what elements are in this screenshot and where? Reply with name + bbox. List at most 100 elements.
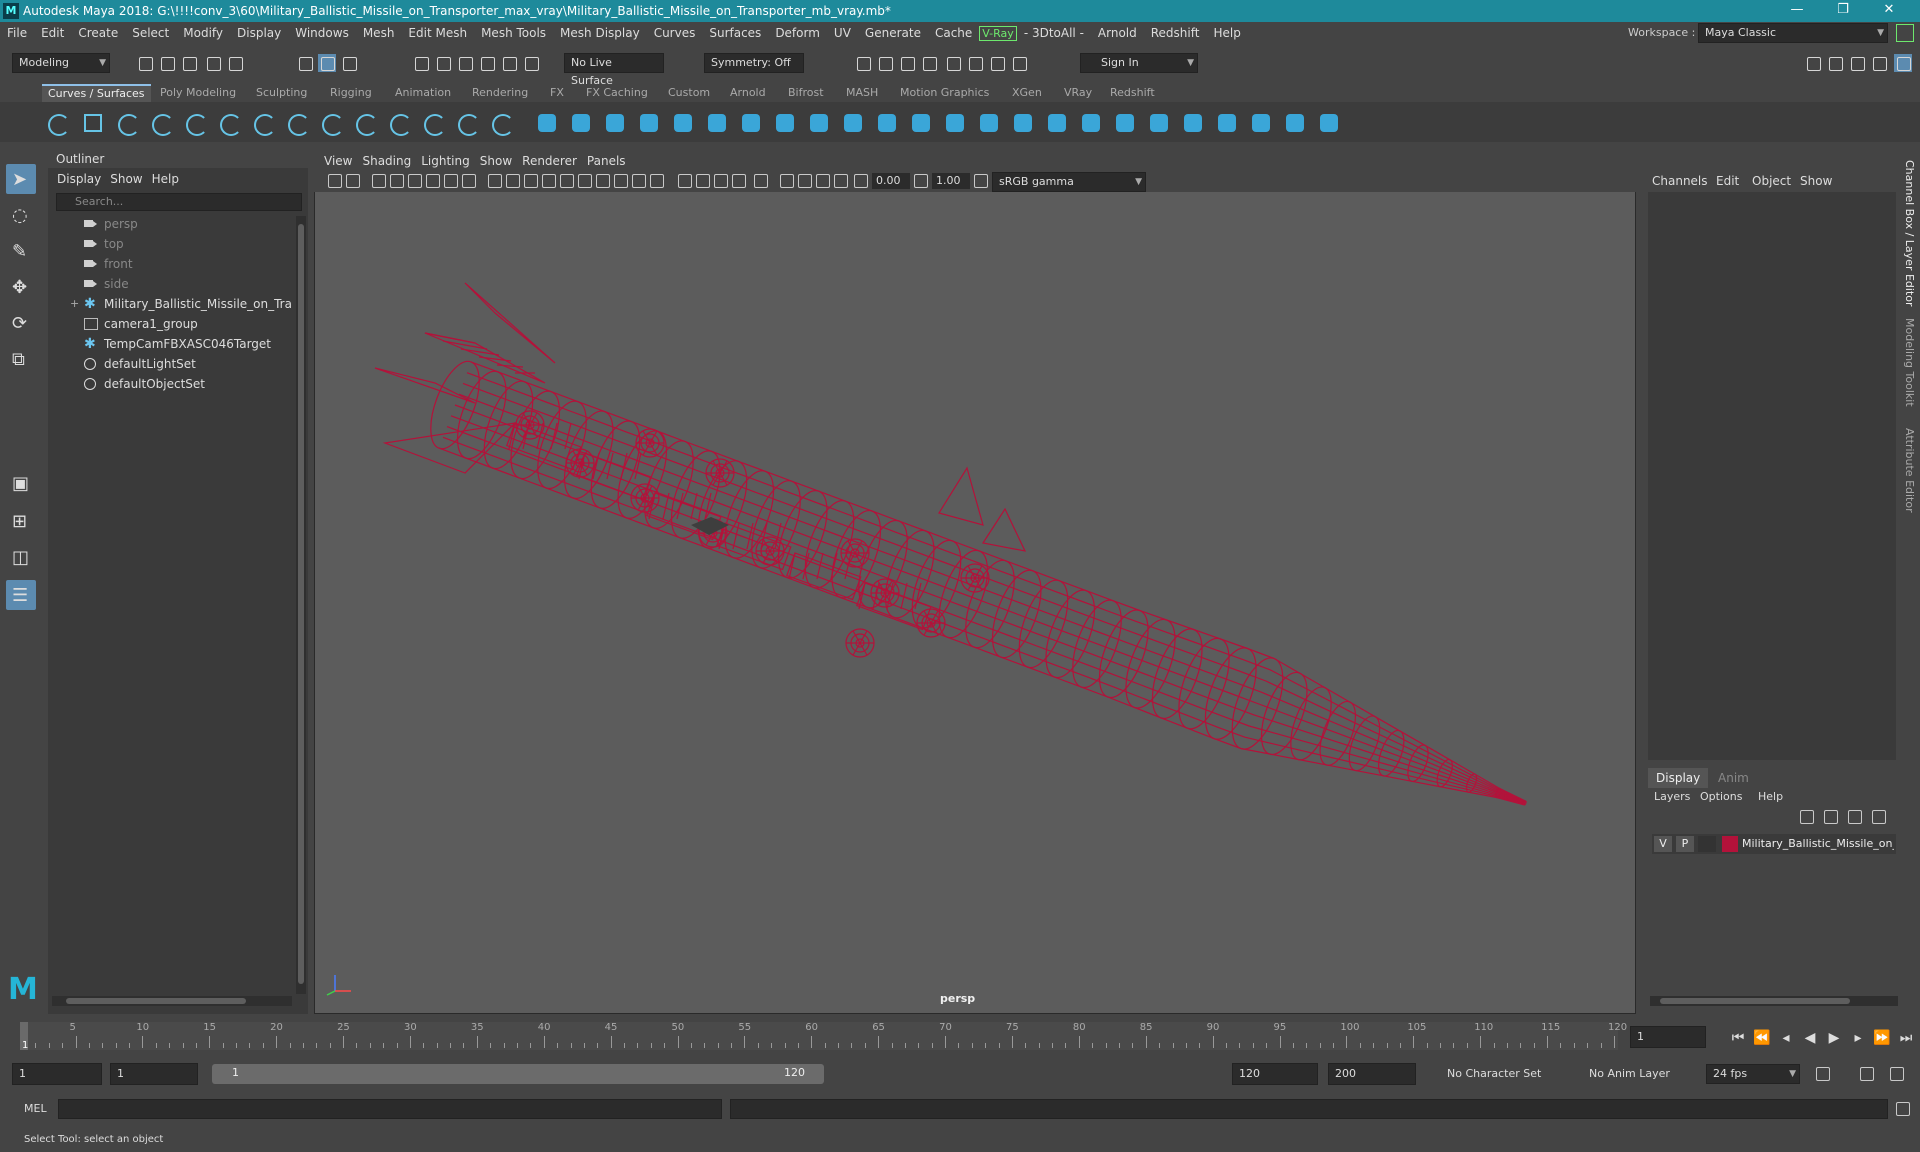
- render-view-icon[interactable]: [966, 54, 984, 72]
- scroll-thumb[interactable]: [298, 224, 304, 984]
- birail-icon[interactable]: [874, 110, 900, 136]
- resolution-gate-icon[interactable]: [488, 174, 502, 188]
- layer-row[interactable]: V P Military_Ballistic_Missile_on_Transp…: [1652, 834, 1896, 854]
- symmetry-dropdown[interactable]: Symmetry: Off: [704, 53, 804, 73]
- menu-select[interactable]: Select: [125, 26, 176, 40]
- menu-curves[interactable]: Curves: [647, 26, 703, 40]
- outliner-menu-show[interactable]: Show: [110, 172, 142, 186]
- select-component-icon[interactable]: [340, 54, 358, 72]
- rebuild-surface-icon[interactable]: [1180, 110, 1206, 136]
- new-layer-selected-icon[interactable]: [1872, 810, 1886, 824]
- intersect-icon[interactable]: [1112, 110, 1138, 136]
- film-gate-icon[interactable]: [462, 174, 476, 188]
- layers-menu-options[interactable]: Options: [1700, 790, 1742, 803]
- trim-icon[interactable]: [1044, 110, 1070, 136]
- menu-mesh-tools[interactable]: Mesh Tools: [474, 26, 553, 40]
- layer-color-swatch[interactable]: [1722, 836, 1738, 852]
- lock-icon[interactable]: [1896, 24, 1914, 42]
- shelf-tab-fx-caching[interactable]: FX Caching: [580, 84, 654, 102]
- safe-title-icon[interactable]: [560, 174, 574, 188]
- extend-curve-icon[interactable]: [386, 110, 412, 136]
- outliner-layout-button[interactable]: ☰: [6, 580, 36, 610]
- move-tool[interactable]: ✥: [6, 272, 36, 302]
- lighting-icon[interactable]: [650, 174, 664, 188]
- layer-visibility-toggle[interactable]: V: [1654, 836, 1672, 852]
- planar-icon[interactable]: [806, 110, 832, 136]
- command-input[interactable]: [58, 1099, 722, 1119]
- render-settings-icon[interactable]: [920, 54, 938, 72]
- loft-icon[interactable]: [772, 110, 798, 136]
- view-transform-dropdown[interactable]: sRGB gamma ▼: [992, 172, 1146, 192]
- viewport-panel[interactable]: [314, 152, 1636, 1014]
- untrim-icon[interactable]: [1078, 110, 1104, 136]
- play-backward-button[interactable]: ◀: [1800, 1030, 1820, 1046]
- hypershade-icon[interactable]: [944, 54, 962, 72]
- channel-menu-channels[interactable]: Channels: [1652, 174, 1708, 188]
- exposure-field[interactable]: 0.00: [872, 173, 910, 189]
- outliner-item-front[interactable]: front: [48, 254, 293, 274]
- textured-icon[interactable]: [632, 174, 646, 188]
- shelf-tab-motion-graphics[interactable]: Motion Graphics: [894, 84, 995, 102]
- bevel-plus-icon[interactable]: [908, 110, 934, 136]
- side-tab-channel-box[interactable]: Channel Box / Layer Editor: [1903, 160, 1916, 307]
- project-curve-icon[interactable]: [488, 110, 514, 136]
- layer-editor-icon[interactable]: [1894, 54, 1912, 72]
- layers-menu-layers[interactable]: Layers: [1654, 790, 1690, 803]
- undo-icon[interactable]: [204, 54, 222, 72]
- revolve-icon[interactable]: [738, 110, 764, 136]
- uv-layout-icon[interactable]: [1248, 110, 1274, 136]
- menu-generate[interactable]: Generate: [858, 26, 928, 40]
- side-tab-modeling-toolkit[interactable]: Modeling Toolkit: [1903, 318, 1916, 407]
- character-set-dropdown[interactable]: No Character Set: [1440, 1064, 1562, 1084]
- channel-menu-edit[interactable]: Edit: [1716, 174, 1739, 188]
- rebuild-curve-icon[interactable]: [454, 110, 480, 136]
- menu-file[interactable]: File: [0, 26, 34, 40]
- render-frame-icon[interactable]: [854, 54, 872, 72]
- attribute-editor-icon[interactable]: [1826, 54, 1844, 72]
- range-slider[interactable]: 1 120: [212, 1064, 824, 1084]
- menu-deform[interactable]: Deform: [768, 26, 827, 40]
- new-layer-icon[interactable]: [1848, 810, 1862, 824]
- modeling-toolkit-icon[interactable]: [1804, 54, 1822, 72]
- rotate-tool[interactable]: ⟳: [6, 308, 36, 338]
- outliner-item-persp[interactable]: persp: [48, 214, 293, 234]
- menu-vray[interactable]: V-Ray: [979, 25, 1017, 41]
- shelf-tab-redshift[interactable]: Redshift: [1104, 84, 1161, 102]
- menu-create[interactable]: Create: [71, 26, 125, 40]
- open-scene-icon[interactable]: [158, 54, 176, 72]
- outliner-menu-help[interactable]: Help: [152, 172, 179, 186]
- layer-name[interactable]: Military_Ballistic_Missile_on_Transporte…: [1742, 837, 1894, 850]
- shelf-tab-mash[interactable]: MASH: [840, 84, 884, 102]
- render-sequence-icon[interactable]: [876, 54, 894, 72]
- anim-layer-dropdown[interactable]: No Anim Layer: [1582, 1064, 1686, 1084]
- bezier-curve-icon[interactable]: [250, 110, 276, 136]
- insert-knot-icon[interactable]: [352, 110, 378, 136]
- scene-end-field[interactable]: 200: [1328, 1063, 1416, 1085]
- smooth-shade-icon[interactable]: [596, 174, 610, 188]
- ep-curve-icon[interactable]: [148, 110, 174, 136]
- outliner-item-default-light-set[interactable]: defaultLightSet: [48, 354, 293, 374]
- two-layout-button[interactable]: ◫: [6, 542, 36, 572]
- move-layer-up-icon[interactable]: [1800, 810, 1814, 824]
- outliner-menu-display[interactable]: Display: [57, 172, 101, 186]
- align-surface-icon[interactable]: [1316, 110, 1342, 136]
- project-surface-icon[interactable]: [1146, 110, 1172, 136]
- isolate-select-icon[interactable]: [780, 174, 794, 188]
- channel-menu-show[interactable]: Show: [1800, 174, 1832, 188]
- layer-tab-anim[interactable]: Anim: [1710, 768, 1757, 788]
- nurbs-cube-icon[interactable]: [568, 110, 594, 136]
- square-surface-icon[interactable]: [976, 110, 1002, 136]
- depth-of-field-icon[interactable]: [754, 174, 768, 188]
- viewport-menu-lighting[interactable]: Lighting: [421, 154, 470, 168]
- current-frame-field[interactable]: 1: [1630, 1026, 1706, 1048]
- scene-start-field[interactable]: 1: [12, 1063, 102, 1085]
- shelf-tab-custom[interactable]: Custom: [662, 84, 716, 102]
- menu-cache[interactable]: Cache: [928, 26, 979, 40]
- convert-nurbs-icon[interactable]: [1282, 110, 1308, 136]
- paint-select-tool[interactable]: ✎: [6, 236, 36, 266]
- shelf-tab-fx[interactable]: FX: [544, 84, 570, 102]
- snap-pivot-icon[interactable]: [522, 54, 540, 72]
- viewport-menu-shading[interactable]: Shading: [362, 154, 411, 168]
- nurbs-torus-icon[interactable]: [704, 110, 730, 136]
- snap-point-icon[interactable]: [456, 54, 474, 72]
